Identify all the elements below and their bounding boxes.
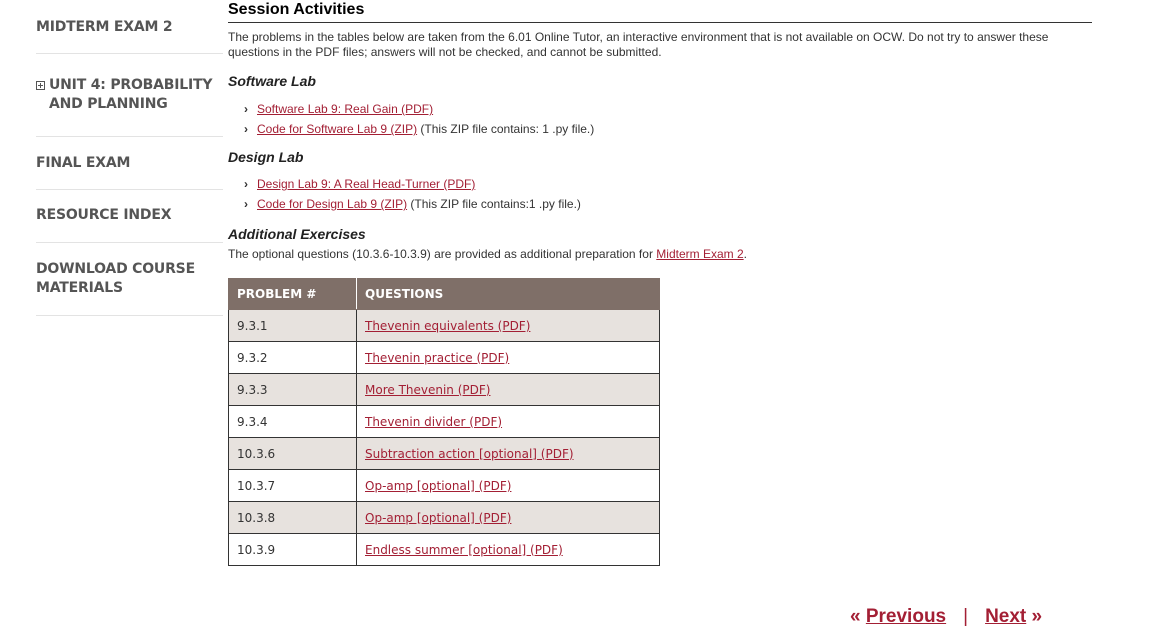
software-lab-heading: Software Lab — [228, 73, 316, 89]
link-note: (This ZIP file contains:1 .py file.) — [407, 197, 581, 211]
course-sidebar: MIDTERM EXAM 2 UNIT 4: PROBABILITY AND P… — [36, 0, 223, 316]
additional-text: The optional questions (10.3.6-10.3.9) a… — [228, 247, 657, 261]
expand-icon[interactable] — [36, 81, 45, 90]
design-lab-9-zip-link[interactable]: Code for Design Lab 9 (ZIP) — [257, 197, 407, 211]
sidebar-item-label: UNIT 4: PROBABILITY AND PLANNING — [49, 77, 213, 112]
chevron-right-icon: › — [244, 102, 248, 116]
sidebar-item-label: RESOURCE INDEX — [36, 207, 172, 223]
question-link[interactable]: Endless summer [optional] (PDF) — [365, 543, 563, 557]
link-note: (This ZIP file contains: 1 .py file.) — [417, 122, 595, 136]
question-link[interactable]: Op-amp [optional] (PDF) — [365, 511, 511, 525]
software-lab-9-pdf-link[interactable]: Software Lab 9: Real Gain (PDF) — [257, 102, 433, 116]
table-row: 9.3.2 Thevenin practice (PDF) — [228, 341, 660, 374]
question-link[interactable]: Thevenin equivalents (PDF) — [365, 319, 530, 333]
question-link[interactable]: Thevenin practice (PDF) — [365, 351, 509, 365]
table-header-row: PROBLEM # QUESTIONS — [228, 278, 660, 310]
question-link[interactable]: Op-amp [optional] (PDF) — [365, 479, 511, 493]
question-link[interactable]: Subtraction action [optional] (PDF) — [365, 447, 574, 461]
previous-button[interactable]: « Previous — [850, 606, 946, 627]
column-header-questions: QUESTIONS — [356, 278, 660, 310]
design-lab-links: › Design Lab 9: A Real Head-Turner (PDF)… — [228, 174, 1092, 214]
table-row: 10.3.9 Endless summer [optional] (PDF) — [228, 533, 660, 566]
table-row: 10.3.6 Subtraction action [optional] (PD… — [228, 437, 660, 470]
list-item: › Software Lab 9: Real Gain (PDF) — [244, 99, 1092, 119]
sidebar-item-midterm-exam-2[interactable]: MIDTERM EXAM 2 — [36, 0, 223, 54]
problems-table: PROBLEM # QUESTIONS 9.3.1 Thevenin equiv… — [228, 278, 660, 566]
sidebar-item-final-exam[interactable]: FINAL EXAM — [36, 137, 223, 190]
sidebar-item-label: FINAL EXAM — [36, 155, 131, 171]
chevron-right-icon: › — [244, 177, 248, 191]
intro-text: The problems in the tables below are tak… — [228, 30, 1049, 59]
problem-number: 9.3.4 — [228, 405, 357, 438]
sidebar-item-label: DOWNLOAD COURSE MATERIALS — [36, 261, 195, 296]
list-item: › Code for Software Lab 9 (ZIP) (This ZI… — [244, 119, 1092, 139]
pager-separator: | — [963, 606, 969, 627]
chevron-right-icon: › — [244, 122, 248, 136]
problem-number: 9.3.2 — [228, 341, 357, 374]
sidebar-item-label: MIDTERM EXAM 2 — [36, 19, 173, 35]
list-item: › Code for Design Lab 9 (ZIP) (This ZIP … — [244, 194, 1092, 214]
next-button[interactable]: Next » — [985, 606, 1042, 627]
table-row: 10.3.7 Op-amp [optional] (PDF) — [228, 469, 660, 502]
additional-text-end: . — [743, 247, 747, 261]
page: MIDTERM EXAM 2 UNIT 4: PROBABILITY AND P… — [0, 0, 1171, 644]
double-chevron-left-icon: « — [850, 606, 861, 627]
problem-number: 9.3.3 — [228, 373, 357, 406]
question-link[interactable]: Thevenin divider (PDF) — [365, 415, 502, 429]
table-row: 9.3.1 Thevenin equivalents (PDF) — [228, 309, 660, 342]
column-header-problem: PROBLEM # — [228, 278, 357, 310]
sidebar-item-download-course-materials[interactable]: DOWNLOAD COURSE MATERIALS — [36, 243, 223, 316]
problem-number: 10.3.7 — [228, 469, 357, 502]
sidebar-item-unit-4[interactable]: UNIT 4: PROBABILITY AND PLANNING — [36, 54, 223, 137]
additional-exercises-text: The optional questions (10.3.6-10.3.9) a… — [228, 245, 1092, 263]
table-row: 10.3.8 Op-amp [optional] (PDF) — [228, 501, 660, 534]
double-chevron-right-icon: » — [1031, 606, 1043, 627]
page-title: Session Activities — [228, 0, 1092, 23]
main-content: Session Activities The problems in the t… — [228, 0, 1092, 566]
design-lab-9-pdf-link[interactable]: Design Lab 9: A Real Head-Turner (PDF) — [257, 177, 475, 191]
additional-exercises-heading: Additional Exercises — [228, 226, 366, 242]
table-row: 9.3.3 More Thevenin (PDF) — [228, 373, 660, 406]
next-label: Next — [985, 606, 1027, 627]
problem-number: 10.3.8 — [228, 501, 357, 534]
sidebar-item-resource-index[interactable]: RESOURCE INDEX — [36, 190, 223, 243]
chevron-right-icon: › — [244, 197, 248, 211]
list-item: › Design Lab 9: A Real Head-Turner (PDF) — [244, 174, 1092, 194]
question-link[interactable]: More Thevenin (PDF) — [365, 383, 490, 397]
problem-number: 9.3.1 — [228, 309, 357, 342]
problem-number: 10.3.9 — [228, 533, 357, 566]
previous-label: Previous — [865, 606, 947, 627]
software-lab-9-zip-link[interactable]: Code for Software Lab 9 (ZIP) — [257, 122, 417, 136]
software-lab-links: › Software Lab 9: Real Gain (PDF) › Code… — [228, 99, 1092, 139]
pagination: « Previous | Next » — [850, 606, 1042, 628]
design-lab-heading: Design Lab — [228, 149, 304, 165]
midterm-exam-2-link[interactable]: Midterm Exam 2 — [656, 247, 743, 261]
table-row: 9.3.4 Thevenin divider (PDF) — [228, 405, 660, 438]
problem-number: 10.3.6 — [228, 437, 357, 470]
